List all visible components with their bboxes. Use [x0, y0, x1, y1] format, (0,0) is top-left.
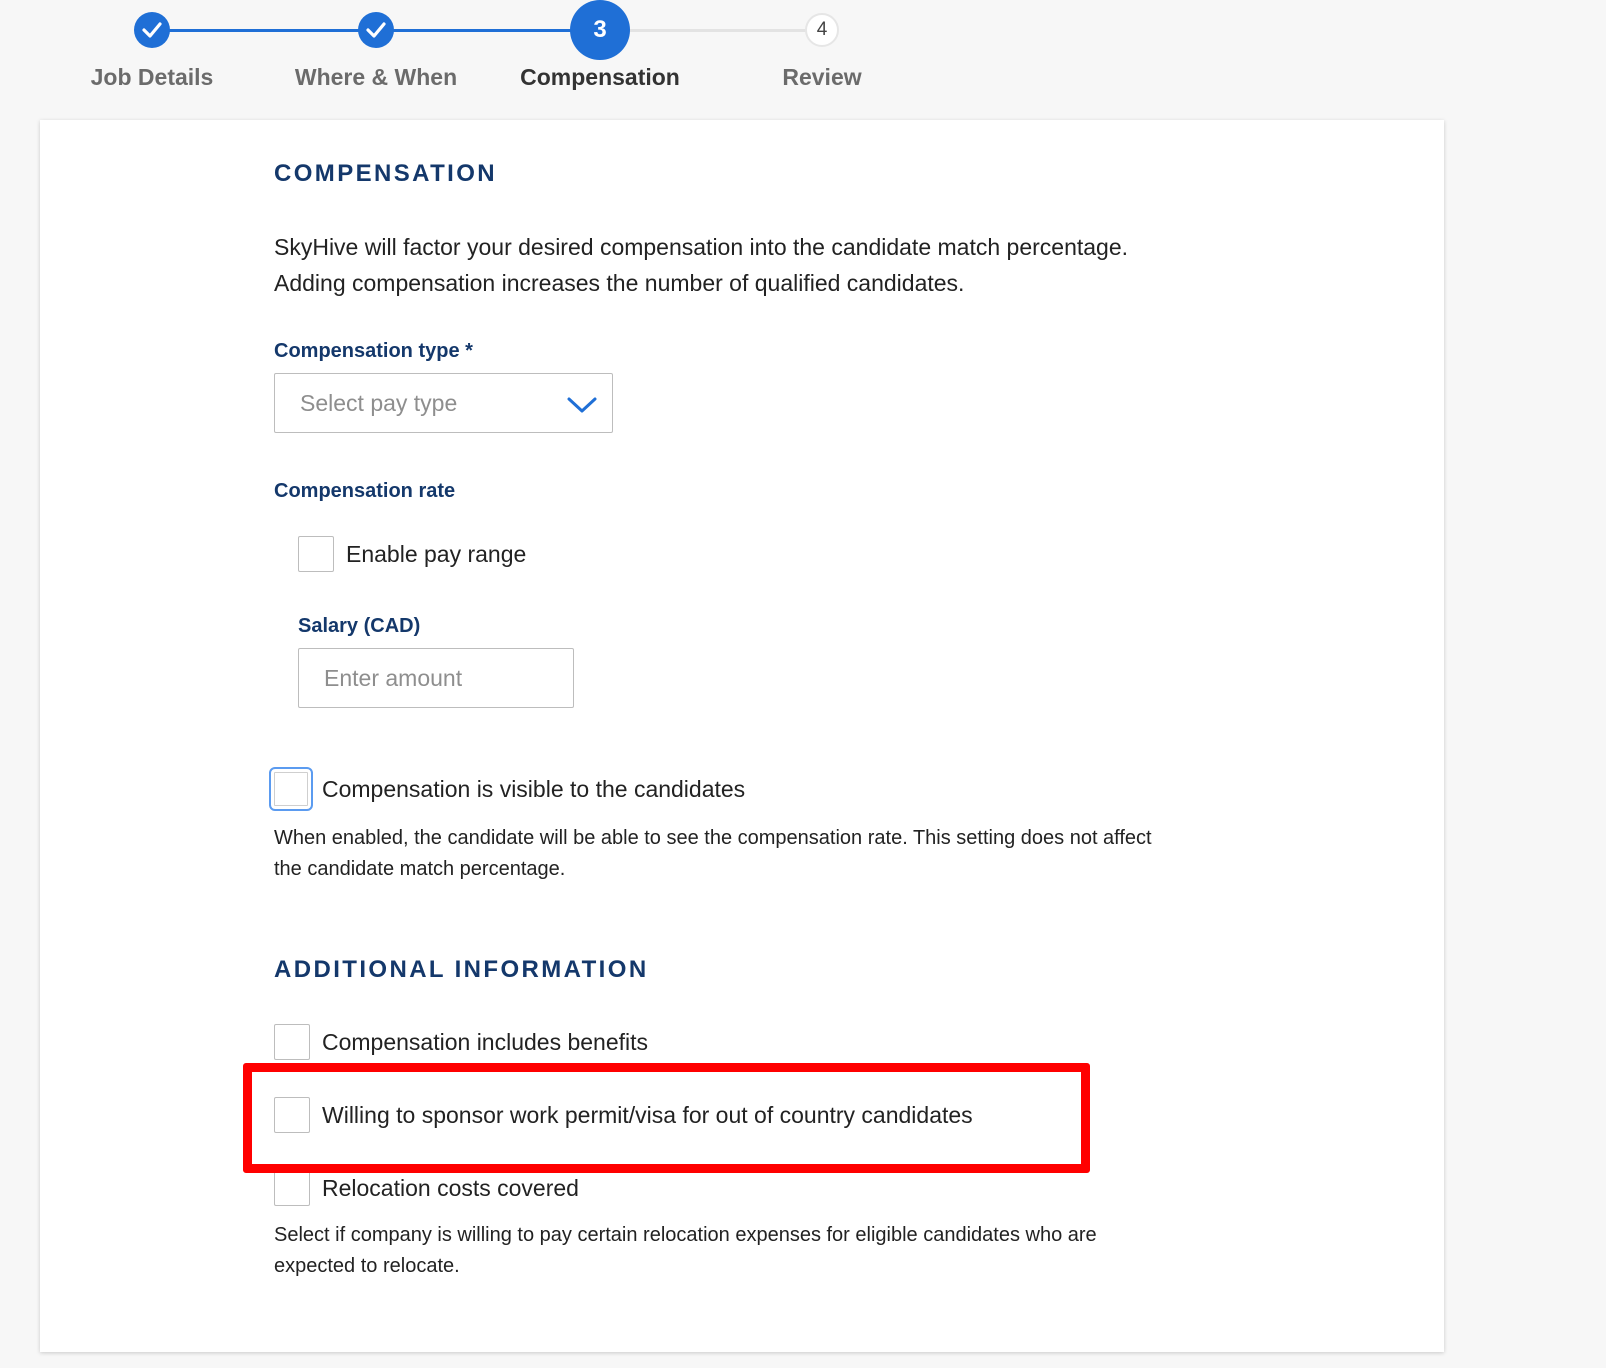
step-connector-2 — [376, 29, 600, 32]
step-1-complete-icon[interactable] — [134, 12, 170, 48]
relocation-help-line-2: expected to relocate. — [274, 1255, 460, 1277]
compensation-rate-label: Compensation rate — [274, 480, 456, 502]
intro-line-2: Adding compensation increases the number… — [274, 270, 965, 296]
relocation-help: Select if company is willing to pay cert… — [274, 1220, 1097, 1282]
salary-placeholder: Enter amount — [324, 664, 463, 691]
additional-information-heading: ADDITIONAL INFORMATION — [274, 956, 649, 983]
relocation-label[interactable]: Relocation costs covered — [322, 1175, 579, 1202]
salary-label: Salary (CAD) — [298, 615, 421, 637]
compensation-type-label: Compensation type * — [274, 340, 473, 362]
highlight-annotation-box — [243, 1063, 1090, 1173]
enable-pay-range-label[interactable]: Enable pay range — [346, 541, 526, 568]
enable-pay-range-checkbox[interactable] — [298, 536, 334, 572]
step-3-current: 3 — [570, 0, 630, 60]
compensation-visible-checkbox[interactable] — [269, 767, 313, 811]
visible-help-line-1: When enabled, the candidate will be able… — [274, 827, 1152, 849]
step-2-complete-icon[interactable] — [358, 12, 394, 48]
relocation-checkbox[interactable] — [274, 1170, 310, 1206]
pay-type-placeholder: Select pay type — [300, 389, 458, 416]
checkmark-icon — [142, 22, 162, 38]
step-1-label[interactable]: Job Details — [42, 64, 262, 91]
step-connector-3 — [600, 29, 824, 32]
step-4-label: Review — [782, 64, 862, 90]
benefits-label[interactable]: Compensation includes benefits — [322, 1029, 648, 1056]
compensation-heading: COMPENSATION — [274, 160, 498, 187]
compensation-intro: SkyHive will factor your desired compens… — [274, 229, 1128, 301]
relocation-help-line-1: Select if company is willing to pay cert… — [274, 1224, 1097, 1246]
benefits-checkbox[interactable] — [274, 1024, 310, 1060]
progress-stepper: Job Details Where & When 3 Compensation … — [0, 0, 1606, 110]
step-3-label: Compensation — [520, 64, 680, 90]
step-connector-1 — [152, 29, 376, 32]
compensation-visible-label[interactable]: Compensation is visible to the candidate… — [322, 776, 745, 803]
step-4-pending: 4 — [805, 13, 839, 47]
visible-help-line-2: the candidate match percentage. — [274, 858, 566, 880]
step-2-label[interactable]: Where & When — [266, 64, 486, 91]
salary-amount-input[interactable]: Enter amount — [298, 648, 574, 708]
compensation-visible-help: When enabled, the candidate will be able… — [274, 823, 1152, 885]
intro-line-1: SkyHive will factor your desired compens… — [274, 234, 1129, 260]
checkmark-icon — [366, 22, 386, 38]
chevron-down-icon — [567, 397, 597, 413]
pay-type-select[interactable]: Select pay type — [274, 373, 613, 433]
